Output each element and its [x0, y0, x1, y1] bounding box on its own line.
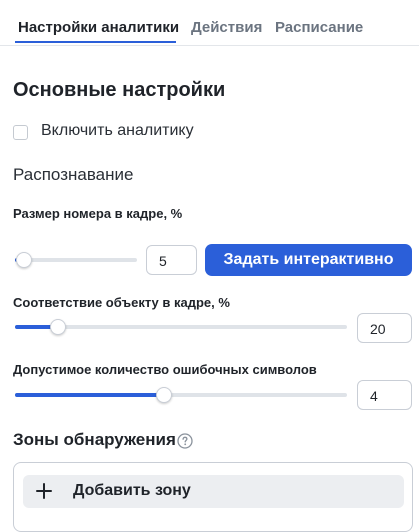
section-title: Основные настройки [13, 79, 226, 101]
slider-fill [15, 393, 165, 397]
tab-bar: Настройки аналитики Действия Расписание [0, 0, 419, 46]
enable-analytics-checkbox[interactable] [13, 125, 28, 140]
object-match-label: Соответствие объекту в кадре, % [13, 295, 230, 310]
plate-size-input[interactable]: 5 [146, 245, 197, 275]
tab-analytics-settings[interactable]: Настройки аналитики [18, 19, 179, 36]
error-chars-input[interactable]: 4 [357, 380, 412, 410]
tab-actions[interactable]: Действия [191, 19, 262, 36]
plus-icon [36, 483, 52, 499]
slider-thumb[interactable] [156, 387, 173, 403]
recognition-subheading: Распознавание [13, 165, 134, 184]
object-match-slider[interactable] [15, 319, 347, 335]
error-chars-slider[interactable] [15, 387, 347, 403]
detection-zones-title: Зоны обнаружения [13, 430, 176, 449]
enable-analytics-label[interactable]: Включить аналитику [41, 122, 194, 140]
add-zone-label[interactable]: Добавить зону [73, 482, 191, 500]
tab-schedule[interactable]: Расписание [275, 19, 363, 36]
error-chars-label: Допустимое количество ошибочных символов [13, 362, 317, 377]
help-circle-icon[interactable] [177, 433, 193, 449]
plate-size-label: Размер номера в кадре, % [13, 206, 183, 221]
active-tab-indicator [15, 41, 176, 43]
slider-track [15, 258, 137, 262]
object-match-input[interactable]: 20 [357, 313, 412, 343]
set-interactively-button[interactable]: Задать интерактивно [205, 244, 412, 276]
slider-thumb[interactable] [15, 252, 32, 268]
plate-size-slider[interactable] [15, 252, 137, 268]
slider-thumb[interactable] [50, 319, 67, 335]
